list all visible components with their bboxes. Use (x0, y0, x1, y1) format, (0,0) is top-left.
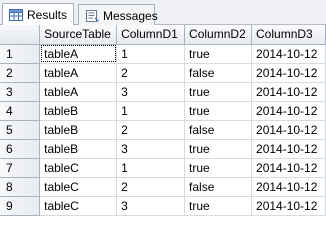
column-header-sourcetable[interactable]: SourceTable (39, 25, 118, 45)
cell-columnd1[interactable]: 2 (116, 177, 186, 197)
cell-columnd2[interactable]: true (184, 44, 253, 64)
cell-columnd2[interactable]: true (184, 101, 253, 121)
cell-columnd3[interactable]: 2014-10-12 (251, 196, 326, 216)
table-row: 7 tableC 1 true 2014-10-12 (0, 158, 326, 178)
cell-sourcetable[interactable]: tableC (39, 158, 118, 178)
cell-sourcetable[interactable]: tableC (39, 177, 118, 197)
cell-columnd2[interactable]: true (184, 82, 253, 102)
cell-columnd2[interactable]: true (184, 158, 253, 178)
cell-columnd3[interactable]: 2014-10-12 (251, 101, 326, 121)
column-header-columnd2[interactable]: ColumnD2 (184, 25, 253, 45)
table-row: 6 tableB 3 true 2014-10-12 (0, 139, 326, 159)
row-number[interactable]: 2 (0, 63, 41, 83)
tab-messages-label: Messages (103, 8, 158, 23)
table-row: 3 tableA 3 true 2014-10-12 (0, 82, 326, 102)
row-number[interactable]: 4 (0, 101, 41, 121)
table-row: 8 tableC 2 false 2014-10-12 (0, 177, 326, 197)
cell-sourcetable[interactable]: tableB (39, 139, 118, 159)
table-row: 2 tableA 2 false 2014-10-12 (0, 63, 326, 83)
cell-columnd2[interactable]: false (184, 120, 253, 140)
cell-columnd3[interactable]: 2014-10-12 (251, 82, 326, 102)
cell-sourcetable[interactable]: tableA (39, 44, 118, 64)
results-table: SourceTable ColumnD1 ColumnD2 ColumnD3 1… (0, 25, 326, 216)
cell-columnd1[interactable]: 2 (116, 63, 186, 83)
cell-columnd3[interactable]: 2014-10-12 (251, 177, 326, 197)
cell-columnd1[interactable]: 1 (116, 101, 186, 121)
table-row: 1 tableA 1 true 2014-10-12 (0, 44, 326, 64)
cell-columnd1[interactable]: 3 (116, 196, 186, 216)
cell-sourcetable[interactable]: tableA (39, 82, 118, 102)
grid-icon (9, 8, 23, 21)
cell-columnd3[interactable]: 2014-10-12 (251, 120, 326, 140)
cell-sourcetable[interactable]: tableC (39, 196, 118, 216)
row-number[interactable]: 8 (0, 177, 41, 197)
cell-columnd2[interactable]: false (184, 63, 253, 83)
cell-columnd3[interactable]: 2014-10-12 (251, 158, 326, 178)
tab-messages[interactable]: Messages (78, 4, 158, 26)
cell-columnd1[interactable]: 3 (116, 82, 186, 102)
row-number[interactable]: 5 (0, 120, 41, 140)
cell-sourcetable[interactable]: tableA (39, 63, 118, 83)
cell-columnd3[interactable]: 2014-10-12 (251, 44, 326, 64)
result-tabstrip: Results Messages (0, 0, 326, 26)
row-number[interactable]: 1 (0, 44, 41, 64)
cell-columnd1[interactable]: 2 (116, 120, 186, 140)
cell-columnd2[interactable]: true (184, 196, 253, 216)
table-row: 9 tableC 3 true 2014-10-12 (0, 196, 326, 216)
messages-icon (85, 9, 99, 22)
column-header-columnd3[interactable]: ColumnD3 (251, 25, 326, 45)
results-grid[interactable]: SourceTable ColumnD1 ColumnD2 ColumnD3 1… (0, 25, 326, 224)
cell-columnd3[interactable]: 2014-10-12 (251, 139, 326, 159)
cell-columnd1[interactable]: 1 (116, 158, 186, 178)
cell-columnd1[interactable]: 1 (116, 44, 186, 64)
cell-columnd1[interactable]: 3 (116, 139, 186, 159)
cell-sourcetable[interactable]: tableB (39, 120, 118, 140)
cell-columnd2[interactable]: true (184, 139, 253, 159)
row-number[interactable]: 3 (0, 82, 41, 102)
corner-cell[interactable] (0, 25, 41, 45)
cell-columnd3[interactable]: 2014-10-12 (251, 63, 326, 83)
row-number[interactable]: 9 (0, 196, 41, 216)
header-row: SourceTable ColumnD1 ColumnD2 ColumnD3 (0, 25, 326, 45)
row-number[interactable]: 7 (0, 158, 41, 178)
results-pane: Results Messages SourceTable ColumnD1 Co… (0, 0, 326, 224)
table-row: 5 tableB 2 false 2014-10-12 (0, 120, 326, 140)
tab-results[interactable]: Results (2, 3, 74, 25)
cell-columnd2[interactable]: false (184, 177, 253, 197)
row-number[interactable]: 6 (0, 139, 41, 159)
table-row: 4 tableB 1 true 2014-10-12 (0, 101, 326, 121)
cell-sourcetable[interactable]: tableB (39, 101, 118, 121)
column-header-columnd1[interactable]: ColumnD1 (116, 25, 186, 45)
tab-results-label: Results (27, 7, 68, 22)
